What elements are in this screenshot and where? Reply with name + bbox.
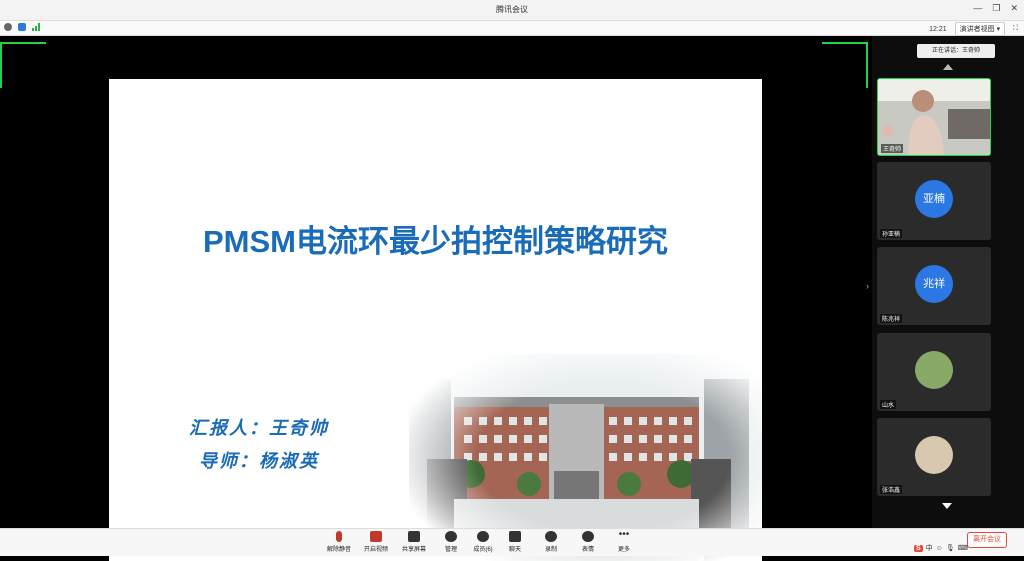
- participant-name: 山水: [880, 400, 897, 409]
- chat-button[interactable]: 聊天: [498, 531, 532, 553]
- manage-button[interactable]: 管理: [434, 531, 468, 553]
- signal-icon[interactable]: [32, 23, 42, 31]
- restore-icon[interactable]: ❐: [992, 3, 1000, 14]
- chat-label: 聊天: [508, 547, 521, 553]
- unmute-button[interactable]: 解除静音: [322, 531, 356, 553]
- microphone-icon: [336, 531, 342, 542]
- chat-icon: [509, 531, 521, 542]
- more-button[interactable]: ••• 更多: [607, 529, 641, 554]
- meeting-control-bar: 解除静音 开启视频 共享屏幕 管理 成员(6) 聊天 录制 表情 ••• 更多 离…: [0, 528, 1024, 556]
- share-screen-icon: [408, 531, 420, 542]
- record-label: 录制: [544, 547, 557, 553]
- ime-emoji-icon[interactable]: ☺: [936, 545, 943, 552]
- avatar: [915, 436, 953, 474]
- members-icon: [477, 531, 489, 542]
- participant-tile[interactable]: 山水: [877, 333, 991, 411]
- advisor-text: 导师：杨淑英: [199, 451, 319, 472]
- meeting-toolbar: 12:21 演讲者视图 ▾ ⛶: [0, 21, 1024, 36]
- ime-keyboard-icon[interactable]: ⌨: [958, 544, 968, 552]
- window-title: 腾讯会议: [496, 5, 528, 14]
- speaking-indicator: 正在讲话：王奇帅: [917, 44, 995, 58]
- emoji-icon: [582, 531, 594, 542]
- avatar: 兆祥: [915, 265, 953, 303]
- shared-screen-area: PMSM电流环最少拍控制策略研究 汇报人：王奇帅 导师：杨淑英: [0, 36, 870, 561]
- ime-mode: 中: [925, 545, 933, 552]
- participant-tile[interactable]: 兆祥 陈兆祥: [877, 247, 991, 325]
- chevron-right-icon[interactable]: ›: [866, 281, 869, 291]
- video-button[interactable]: 开启视频: [359, 531, 393, 553]
- minimize-icon[interactable]: —: [973, 3, 982, 14]
- avatar: [915, 351, 953, 389]
- participant-name: 陈兆祥: [880, 314, 903, 323]
- reactions-label: 表情: [581, 547, 594, 553]
- manage-label: 管理: [444, 547, 457, 553]
- info-icon[interactable]: [4, 23, 12, 31]
- sogou-icon: S: [914, 544, 923, 552]
- reactions-button[interactable]: 表情: [571, 531, 605, 553]
- scroll-up-icon[interactable]: [943, 64, 953, 70]
- focus-corner: [0, 42, 46, 88]
- record-button[interactable]: 录制: [534, 531, 568, 553]
- video-label: 开启视频: [363, 547, 388, 553]
- camera-icon: [370, 531, 382, 542]
- more-label: 更多: [617, 547, 630, 553]
- participant-name: 张浩鑫: [880, 485, 903, 494]
- more-icon: •••: [618, 529, 630, 540]
- participant-sidebar: 正在讲话：王奇帅 王奇帅 亚楠 孙亚楠 兆祥 陈兆祥 山水 张浩鑫: [872, 36, 1024, 528]
- presentation-slide: PMSM电流环最少拍控制策略研究 汇报人：王奇帅 导师：杨淑英: [109, 79, 762, 561]
- share-screen-button[interactable]: 共享屏幕: [397, 531, 431, 553]
- participant-tile[interactable]: 亚楠 孙亚楠: [877, 162, 991, 240]
- participant-name: 王奇帅: [881, 144, 904, 153]
- focus-corner: [822, 42, 868, 88]
- close-icon[interactable]: ✕: [1010, 3, 1018, 14]
- title-bar: 腾讯会议 — ❐ ✕: [0, 0, 1024, 21]
- share-label: 共享屏幕: [401, 547, 426, 553]
- leave-meeting-button[interactable]: 离开会议: [967, 532, 1007, 548]
- members-button[interactable]: 成员(6): [466, 531, 500, 553]
- scroll-down-icon[interactable]: [942, 503, 952, 509]
- members-label: 成员(6): [473, 547, 493, 553]
- manage-icon: [445, 531, 457, 542]
- unmute-label: 解除静音: [326, 547, 351, 553]
- meeting-time: 12:21: [929, 25, 947, 33]
- participant-name: 孙亚楠: [880, 229, 903, 238]
- reporter-text: 汇报人：王奇帅: [189, 418, 329, 439]
- ime-mic-icon[interactable]: 🎙: [946, 544, 955, 552]
- fullscreen-icon[interactable]: ⛶: [1013, 25, 1018, 33]
- shield-icon[interactable]: [18, 23, 26, 31]
- ime-toolbar[interactable]: S 中 ☺ 🎙 ⌨: [914, 543, 968, 553]
- avatar: 亚楠: [915, 180, 953, 218]
- view-toggle-button[interactable]: 演讲者视图 ▾: [954, 22, 1006, 36]
- campus-building-image: [409, 354, 762, 561]
- participant-tile[interactable]: 王奇帅: [877, 78, 991, 156]
- record-icon: [545, 531, 557, 542]
- view-label: 演讲者视图: [959, 26, 995, 33]
- participant-tile[interactable]: 张浩鑫: [877, 418, 991, 496]
